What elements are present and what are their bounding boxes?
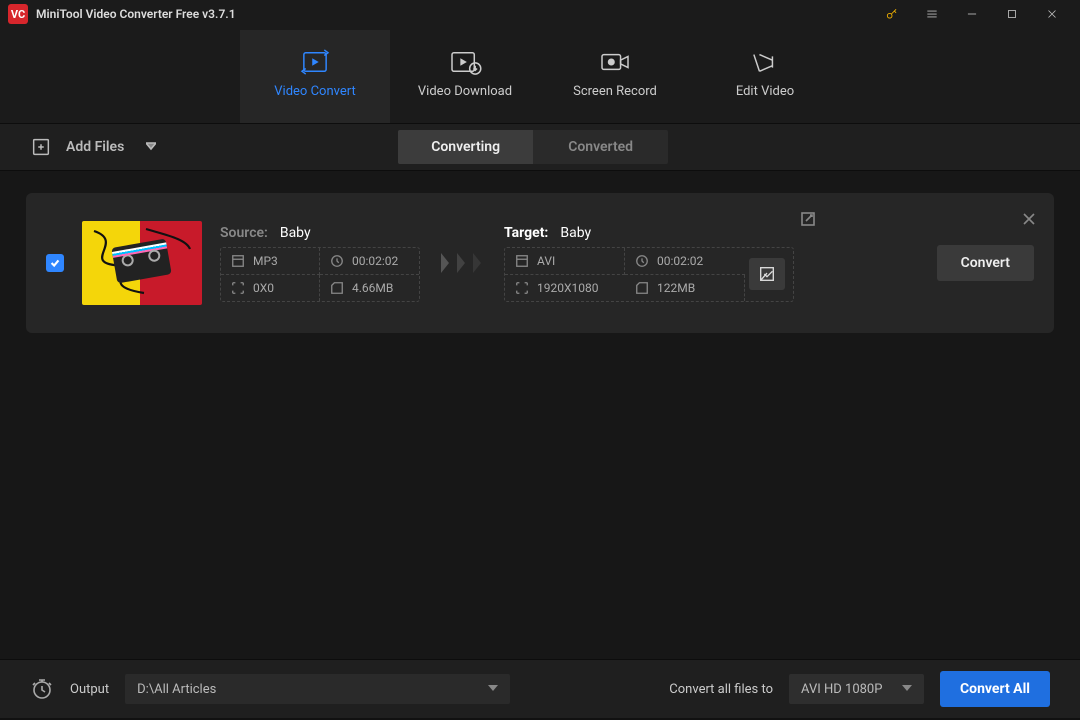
schedule-icon[interactable] [30, 677, 54, 701]
tab-converting[interactable]: Converting [398, 130, 533, 164]
convert-all-label: Convert all files to [669, 682, 773, 697]
target-resolution: 1920X1080 [537, 281, 598, 295]
toolbar: Add Files Converting Converted [0, 123, 1080, 171]
format-icon [515, 254, 529, 268]
footer-bar: Output D:\All Articles Convert all files… [0, 659, 1080, 718]
source-name: Baby [280, 225, 311, 241]
menu-icon[interactable] [912, 0, 952, 28]
convert-all-button[interactable]: Convert All [940, 671, 1050, 707]
target-format: AVI [537, 254, 555, 268]
tab-label: Edit Video [736, 84, 794, 99]
output-path-value: D:\All Articles [137, 682, 216, 697]
clock-icon [330, 254, 344, 268]
main-nav: Video Convert Video Download Screen Reco… [0, 28, 1080, 123]
thumbnail-settings-button[interactable] [749, 258, 785, 290]
row-checkbox[interactable] [46, 254, 64, 272]
app-title: MiniTool Video Converter Free v3.7.1 [36, 7, 236, 21]
size-icon [330, 281, 344, 295]
target-duration: 00:02:02 [657, 254, 703, 268]
source-size: 4.66MB [352, 281, 393, 295]
add-file-icon [30, 136, 52, 158]
source-label: Source: [220, 225, 268, 241]
file-list: Source: Baby MP3 00:02:02 0X0 4.66MB Tar… [0, 171, 1080, 659]
tab-label: Video Download [418, 84, 512, 99]
add-files-button[interactable]: Add Files [30, 136, 156, 158]
upgrade-key-icon[interactable] [872, 0, 912, 28]
file-row: Source: Baby MP3 00:02:02 0X0 4.66MB Tar… [26, 193, 1054, 333]
file-thumbnail [82, 221, 202, 305]
titlebar: VC MiniTool Video Converter Free v3.7.1 [0, 0, 1080, 28]
target-format-value: AVI HD 1080P [801, 682, 882, 697]
format-icon [231, 254, 245, 268]
output-path-select[interactable]: D:\All Articles [125, 674, 510, 704]
source-resolution: 0X0 [253, 281, 274, 295]
source-meta: MP3 00:02:02 0X0 4.66MB [220, 247, 420, 302]
source-duration: 00:02:02 [352, 254, 398, 268]
status-segment: Converting Converted [398, 130, 668, 164]
clock-icon [635, 254, 649, 268]
maximize-button[interactable] [992, 0, 1032, 28]
download-icon [448, 48, 482, 76]
chevron-down-icon [902, 682, 912, 697]
tab-screen-record[interactable]: Screen Record [540, 30, 690, 123]
tab-label: Screen Record [573, 84, 657, 99]
edit-video-icon [748, 48, 782, 76]
tab-label: Video Convert [274, 84, 355, 99]
chevron-down-icon [488, 682, 498, 697]
add-files-dropdown-icon[interactable] [146, 139, 156, 155]
size-icon [635, 281, 649, 295]
app-logo: VC [8, 4, 28, 24]
tab-converted[interactable]: Converted [533, 130, 668, 164]
tab-video-convert[interactable]: Video Convert [240, 30, 390, 123]
resolution-icon [231, 281, 245, 295]
arrow-icon [438, 253, 486, 273]
target-name: Baby [560, 225, 591, 241]
add-files-label: Add Files [66, 139, 124, 155]
source-format: MP3 [253, 254, 278, 268]
edit-target-button[interactable] [800, 211, 816, 231]
target-format-select[interactable]: AVI HD 1080P [789, 674, 924, 704]
source-group: Source: Baby MP3 00:02:02 0X0 4.66MB [220, 225, 420, 302]
convert-icon [298, 48, 332, 76]
tab-video-download[interactable]: Video Download [390, 30, 540, 123]
target-meta: AVI 00:02:02 1920X1080 122MB [504, 247, 794, 302]
remove-row-button[interactable] [1022, 211, 1036, 230]
output-label: Output [70, 682, 109, 697]
target-group: Target: Baby AVI 00:02:02 1920X1080 122M… [504, 225, 794, 302]
close-button[interactable] [1032, 0, 1072, 28]
minimize-button[interactable] [952, 0, 992, 28]
tab-edit-video[interactable]: Edit Video [690, 30, 840, 123]
resolution-icon [515, 281, 529, 295]
target-label: Target: [504, 225, 548, 241]
target-size: 122MB [657, 281, 695, 295]
convert-button[interactable]: Convert [937, 245, 1034, 281]
record-icon [598, 48, 632, 76]
